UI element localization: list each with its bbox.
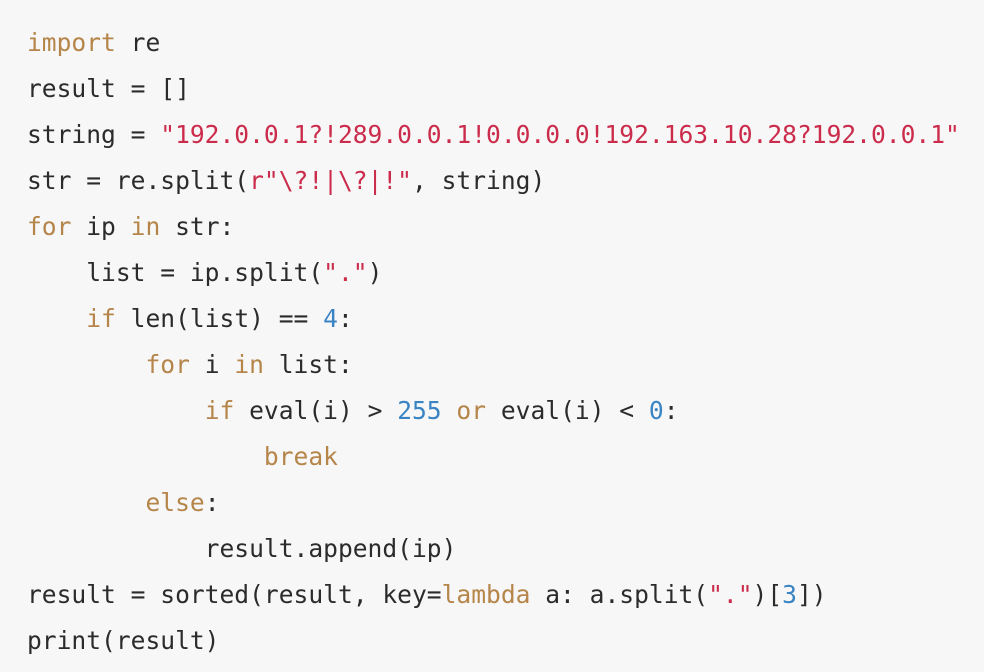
code-token-plain: eval(i) > <box>234 396 398 425</box>
code-token-keyword: for <box>27 212 72 241</box>
code-block[interactable]: import re result = [] string = "192.0.0.1?… <box>0 0 984 672</box>
code-token-keyword: if <box>86 304 116 333</box>
code-line: for ip in str: <box>27 204 984 250</box>
code-token-string: "." <box>323 258 368 287</box>
code-token-number: 3 <box>782 580 797 609</box>
code-token-plain: a: a.split( <box>530 580 709 609</box>
code-line: str = re.split(r"\?!|\?|!", string) <box>27 158 984 204</box>
code-token-keyword: if <box>204 396 235 425</box>
code-token-plain: i <box>189 350 235 379</box>
code-token-plain: re <box>115 28 161 57</box>
code-token-plain: eval(i) < <box>486 396 649 425</box>
code-token-plain: ]) <box>796 580 827 609</box>
code-token-plain: )[ <box>752 580 783 609</box>
code-line: list = ip.split(".") <box>27 250 984 296</box>
code-token-plain: str: <box>160 212 235 241</box>
code-token-keyword: lambda <box>441 580 531 609</box>
code-token-plain: result = sorted(result, key= <box>27 580 442 609</box>
code-token-keyword: in <box>234 350 264 379</box>
code-line: result.append(ip) <box>27 526 984 572</box>
code-token-keyword: import <box>27 28 116 57</box>
code-line: result = sorted(result, key=lambda a: a.… <box>27 572 984 618</box>
code-token-plain: ) <box>367 258 383 287</box>
code-token-plain: ip <box>71 212 131 241</box>
code-line: string = "192.0.0.1?!289.0.0.1!0.0.0.0!1… <box>27 112 984 158</box>
code-token-number: 4 <box>323 304 338 333</box>
code-token-plain: print(result) <box>27 626 220 655</box>
code-token-plain: : <box>337 304 353 333</box>
code-token-plain: result = [] <box>27 74 190 103</box>
code-token-plain: len(list) == <box>115 304 324 333</box>
code-line: for i in list: <box>27 342 984 388</box>
code-token-plain: , string) <box>411 166 546 195</box>
code-token-string: "." <box>708 580 753 609</box>
code-line: if eval(i) > 255 or eval(i) < 0: <box>27 388 984 434</box>
code-token-keyword: break <box>263 442 338 471</box>
code-token-plain: result.append(ip) <box>27 534 457 563</box>
code-line: result = [] <box>27 66 984 112</box>
code-line: import re <box>27 20 984 66</box>
code-token-string: r"\?!|\?|!" <box>249 166 412 195</box>
code-token-plain: : <box>663 396 679 425</box>
code-token-keyword: or <box>456 396 487 425</box>
code-token-keyword: in <box>130 212 161 241</box>
code-token-plain: list = ip.split( <box>27 258 324 287</box>
code-line: break <box>27 434 984 480</box>
code-line: if len(list) == 4: <box>27 296 984 342</box>
code-token-keyword: else <box>145 488 205 517</box>
code-token-plain: : <box>204 488 220 517</box>
code-token-plain: string = <box>27 120 161 149</box>
code-token-number: 0 <box>648 396 664 425</box>
code-token-plain: str = re.split( <box>27 166 250 195</box>
code-token-plain: list: <box>263 350 353 379</box>
code-line: print(result) <box>27 618 984 664</box>
code-token-number: 255 <box>397 396 442 425</box>
code-token-string: "192.0.0.1?!289.0.0.1!0.0.0.0!192.163.10… <box>160 120 960 149</box>
code-token-keyword: for <box>145 350 190 379</box>
code-line: else: <box>27 480 984 526</box>
